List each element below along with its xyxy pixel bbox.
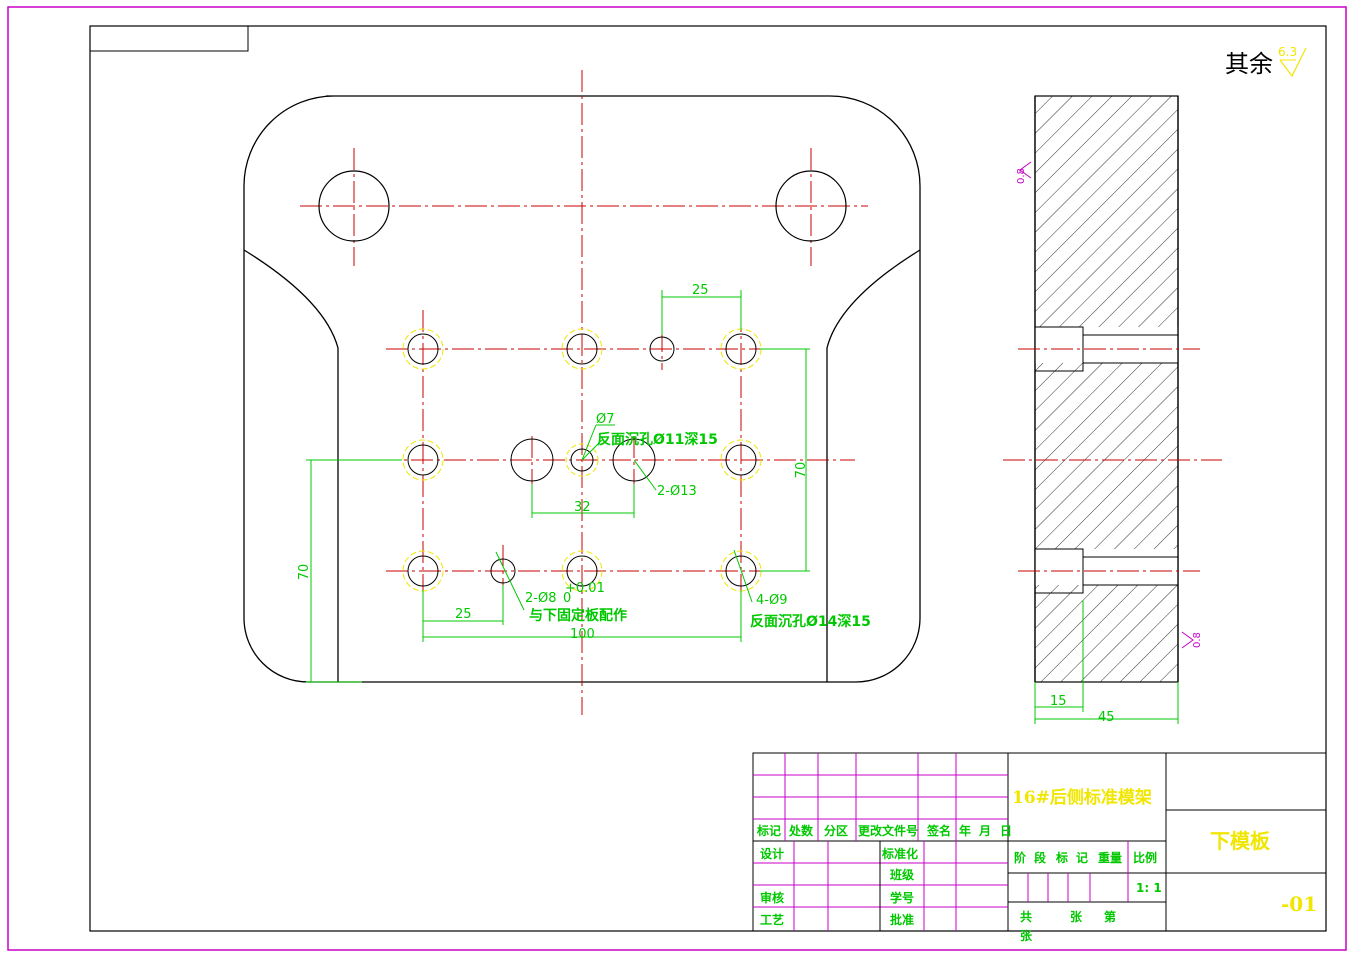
tb-header-change-doc: 更改文件号 [858, 823, 918, 838]
tb-class: 班级 [890, 867, 914, 882]
dim-center-spacing: 32 [574, 500, 591, 515]
callout-counterbore14: 反面沉孔Ø14深15 [750, 613, 871, 630]
tb-sheet-unit: 张 [1070, 909, 1083, 924]
tb-stage-2: 段 [1034, 850, 1047, 865]
callout-hole7: Ø7 [596, 412, 615, 427]
dim-side-counterbore: 15 [1050, 694, 1067, 709]
roughness-note: 其余 6.3 [1225, 45, 1307, 78]
callout-hole13: 2-Ø13 [657, 484, 697, 499]
tb-stage-1: 阶 [1014, 850, 1027, 865]
tb-header-month: 月 [978, 824, 991, 838]
tb-header-day: 日 [1000, 824, 1012, 838]
tb-student-no: 学号 [890, 890, 914, 905]
tb-scale-value: 1: 1 [1136, 881, 1162, 895]
callout-hole9: 4-Ø9 [756, 593, 787, 608]
svg-text:0.8: 0.8 [1192, 632, 1203, 648]
tb-header-mark: 标记 [756, 823, 781, 838]
drawing-no-box [89, 25, 249, 52]
tb-standardize: 标准化 [881, 846, 918, 861]
tb-header-zone: 分区 [824, 823, 848, 838]
tb-sheet-no: 第 [1104, 909, 1116, 924]
tb-sheet-total: 共 [1020, 909, 1032, 924]
roughness-value: 6.3 [1278, 45, 1297, 59]
dim-side-thickness: 45 [1098, 710, 1115, 725]
roughness-label: 其余 [1225, 50, 1273, 78]
tb-scale-label: 比例 [1133, 850, 1157, 865]
dim-right-height: 70 [794, 462, 809, 479]
callout-dowel-tol-lower: 0 [563, 591, 571, 606]
side-roughness-top: 0.8 [1016, 161, 1032, 184]
tb-drawing-no: -01 [1281, 892, 1317, 916]
dim-bottom-pitch: 25 [455, 607, 472, 622]
dim-left-height: 70 [297, 564, 312, 581]
dim-top-pitch: 25 [692, 283, 709, 298]
side-roughness-bottom: 0.8 [1181, 631, 1203, 649]
callout-counterbore11: 反面沉孔Ø11深15 [597, 431, 718, 448]
svg-text:0.8: 0.8 [1016, 168, 1027, 184]
tb-stage-3: 标 [1055, 850, 1068, 865]
tb-part-name: 下模板 [1210, 829, 1271, 853]
tb-approve: 批准 [890, 912, 914, 927]
tb-sheet-unit-2: 张 [1020, 928, 1033, 943]
tb-process: 工艺 [760, 912, 784, 927]
tb-header-year: 年 [959, 823, 971, 838]
side-view: 15 45 0.8 0.8 [1003, 95, 1222, 725]
tb-header-signature: 签名 [926, 823, 951, 838]
tb-design: 设计 [760, 846, 784, 861]
engineering-drawing: 其余 6.3 25 70 70 32 25 100 Ø7 反面沉孔Ø11深15 … [7, 6, 1347, 951]
tb-project-title: 16#后侧标准模架 [1012, 787, 1152, 808]
tb-stage-4: 记 [1076, 851, 1088, 865]
callout-dowel-note: 与下固定板配作 [529, 607, 627, 624]
tb-weight: 重量 [1098, 850, 1122, 865]
tb-header-count: 处数 [788, 823, 814, 838]
tb-review: 审核 [760, 890, 784, 905]
callout-dowel: 2-Ø8 [525, 591, 556, 606]
dim-bottom-width: 100 [570, 627, 595, 642]
